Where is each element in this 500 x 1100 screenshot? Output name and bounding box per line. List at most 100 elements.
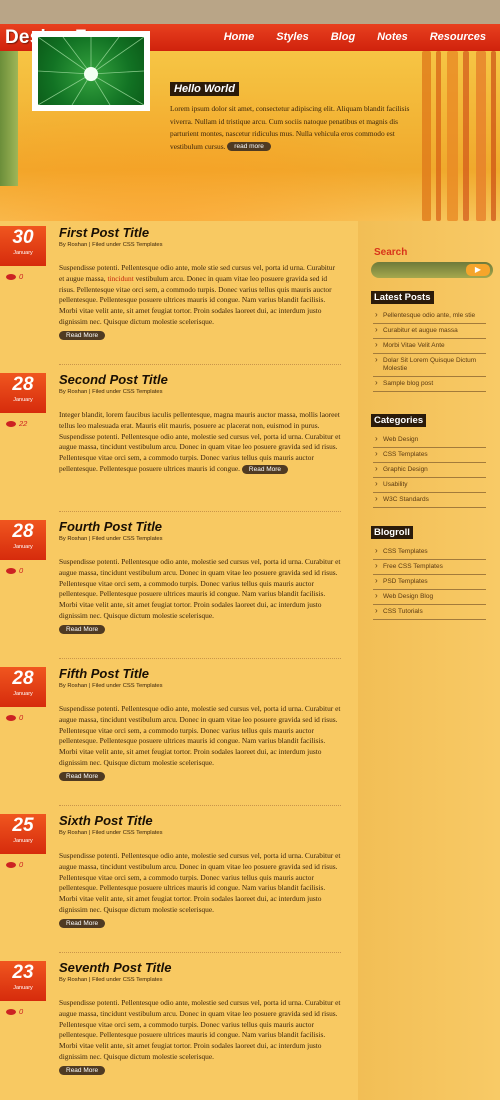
date-day: 23: [12, 962, 34, 983]
nav-home[interactable]: Home: [224, 31, 255, 43]
date-day: 28: [12, 521, 34, 542]
hero-heading: Hello World: [170, 82, 239, 96]
hero-image: [38, 37, 144, 105]
date-badge: 25 January: [0, 814, 46, 854]
post-link[interactable]: tincidunt: [107, 274, 133, 283]
post-text: Suspendisse potenti. Pellentesque odio a…: [59, 998, 341, 1061]
post-meta: By Roshan | Filed under CSS Templates: [59, 977, 163, 983]
list-item[interactable]: W3C Standards: [373, 493, 486, 508]
read-more-button[interactable]: Read More: [59, 918, 106, 928]
list-item[interactable]: PSD Templates: [373, 575, 486, 590]
comment-count[interactable]: 0: [6, 1007, 23, 1016]
latest-posts-list: Pellentesque odio ante, mle stie Curabit…: [373, 309, 486, 392]
read-more-button[interactable]: Read More: [241, 464, 289, 474]
post-divider: [59, 952, 341, 953]
date-month: January: [13, 250, 33, 256]
list-item[interactable]: Morbi Vitae Velit Ante: [373, 339, 486, 354]
comment-bubble-icon: [6, 421, 16, 428]
list-item[interactable]: Pellentesque odio ante, mle stie: [373, 309, 486, 324]
comment-count[interactable]: 22: [6, 419, 27, 428]
post-body: Integer blandit, lorem faucibus iaculis …: [59, 410, 341, 475]
droplet-leaf-illustration: [38, 37, 144, 105]
date-badge: 28 January: [0, 667, 46, 707]
comment-count[interactable]: 0: [6, 272, 23, 281]
latest-posts-heading: Latest Posts: [371, 291, 434, 304]
main-nav: Home Styles Blog Notes Resources: [202, 31, 486, 43]
read-more-button[interactable]: Read More: [59, 624, 106, 634]
decor-stripe: [463, 51, 469, 221]
list-item[interactable]: Dolar Sit Lorem Quisque Dictum Molestie: [373, 354, 486, 377]
read-more-button[interactable]: Read More: [59, 1065, 106, 1075]
comment-count-value: 22: [19, 419, 28, 428]
hero-read-more-button[interactable]: read more: [227, 142, 271, 152]
nav-blog[interactable]: Blog: [331, 31, 355, 43]
nav-resources[interactable]: Resources: [430, 31, 486, 43]
hero-image-frame: [32, 31, 150, 111]
post-4: 28 January 0 Fifth Post Title By Roshan …: [0, 662, 350, 809]
post-meta: By Roshan | Filed under CSS Templates: [59, 536, 163, 542]
search-button[interactable]: ▶: [466, 264, 490, 276]
post-text: Suspendisse potenti. Pellentesque odio a…: [59, 704, 341, 767]
comment-count-value: 0: [19, 860, 24, 869]
post-5: 25 January 0 Sixth Post Title By Roshan …: [0, 809, 350, 956]
date-badge: 23 January: [0, 961, 46, 1001]
list-item[interactable]: CSS Templates: [373, 448, 486, 463]
comment-bubble-icon: [6, 274, 16, 281]
list-item[interactable]: Free CSS Templates: [373, 560, 486, 575]
decor-stripe: [447, 51, 458, 221]
post-title[interactable]: Second Post Title: [59, 372, 168, 387]
post-divider: [59, 805, 341, 806]
decor-stripe: [422, 51, 431, 221]
comment-count[interactable]: 0: [6, 566, 23, 575]
comment-bubble-icon: [6, 1009, 16, 1016]
date-badge: 28 January: [0, 373, 46, 413]
list-item[interactable]: Usability: [373, 478, 486, 493]
comment-count[interactable]: 0: [6, 713, 23, 722]
post-title[interactable]: Fifth Post Title: [59, 666, 149, 681]
post-meta: By Roshan | Filed under CSS Templates: [59, 830, 163, 836]
comment-count-value: 0: [19, 272, 24, 281]
post-1: 30 January 0 First Post Title By Roshan …: [0, 221, 350, 368]
hero-green-band: [0, 51, 18, 186]
date-badge: 30 January: [0, 226, 46, 266]
list-item[interactable]: Sample blog post: [373, 377, 486, 392]
nav-notes[interactable]: Notes: [377, 31, 408, 43]
comment-bubble-icon: [6, 715, 16, 722]
date-month: January: [13, 397, 33, 403]
post-divider: [59, 511, 341, 512]
blogroll-heading: Blogroll: [371, 526, 413, 539]
post-2: 28 January 22 Second Post Title By Rosha…: [0, 368, 350, 515]
post-body: Suspendisse potenti. Pellentesque odio a…: [59, 998, 341, 1076]
list-item[interactable]: Graphic Design: [373, 463, 486, 478]
post-body: Suspendisse potenti. Pellentesque odio a…: [59, 557, 341, 635]
date-month: January: [13, 691, 33, 697]
post-body: Suspendisse potenti. Pellentesque odio a…: [59, 704, 341, 782]
post-3: 28 January 0 Fourth Post Title By Roshan…: [0, 515, 350, 662]
post-body: Suspendisse potenti. Pellentesque odio a…: [59, 263, 341, 341]
comment-count[interactable]: 0: [6, 860, 23, 869]
read-more-button[interactable]: Read More: [59, 330, 106, 340]
date-day: 28: [12, 374, 34, 395]
read-more-button[interactable]: Read More: [59, 771, 106, 781]
post-meta: By Roshan | Filed under CSS Templates: [59, 242, 163, 248]
search-label: Search: [374, 247, 408, 258]
comment-bubble-icon: [6, 862, 16, 869]
list-item[interactable]: Curabitur et augue massa: [373, 324, 486, 339]
post-divider: [59, 658, 341, 659]
comment-bubble-icon: [6, 568, 16, 575]
list-item[interactable]: CSS Templates: [373, 545, 486, 560]
post-title[interactable]: Sixth Post Title: [59, 813, 153, 828]
hero-paragraph: Lorem ipsum dolor sit amet, consectetur …: [170, 104, 410, 151]
post-title[interactable]: Seventh Post Title: [59, 960, 171, 975]
list-item[interactable]: CSS Tutorials: [373, 605, 486, 620]
date-day: 30: [12, 227, 34, 248]
nav-styles[interactable]: Styles: [276, 31, 308, 43]
post-title[interactable]: First Post Title: [59, 225, 149, 240]
date-badge: 28 January: [0, 520, 46, 560]
list-item[interactable]: Web Design Blog: [373, 590, 486, 605]
post-title[interactable]: Fourth Post Title: [59, 519, 162, 534]
list-item[interactable]: Web Design: [373, 433, 486, 448]
post-meta: By Roshan | Filed under CSS Templates: [59, 683, 163, 689]
decor-stripe: [436, 51, 441, 221]
comment-count-value: 0: [19, 1007, 24, 1016]
